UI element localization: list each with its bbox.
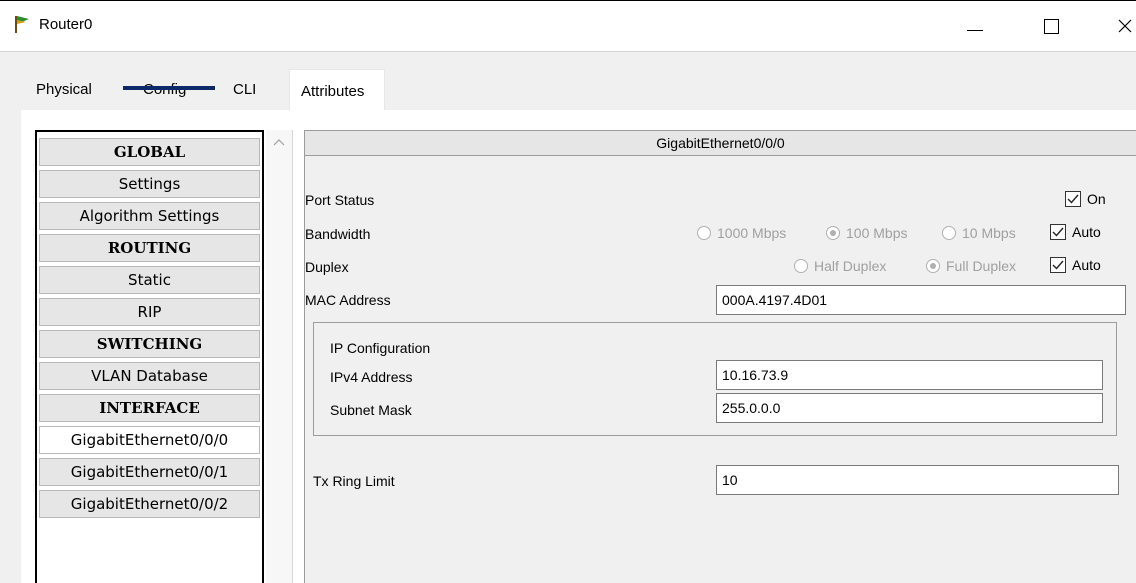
panel-title: GigabitEthernet0/0/0 bbox=[305, 131, 1136, 156]
sidebar-item-vlan-database[interactable]: VLAN Database bbox=[39, 362, 260, 390]
duplex-full-option[interactable]: Full Duplex bbox=[926, 258, 1016, 274]
sidebar-item-gigabitethernet0-0-2[interactable]: GigabitEthernet0/0/2 bbox=[39, 490, 260, 518]
duplex-half-radio[interactable] bbox=[794, 259, 808, 273]
tab-physical[interactable]: Physical bbox=[36, 69, 92, 109]
bandwidth-100-radio[interactable] bbox=[826, 226, 840, 240]
sidebar-header-routing[interactable]: ROUTING bbox=[39, 234, 260, 262]
minimize-button[interactable] bbox=[955, 9, 995, 43]
minimize-icon bbox=[967, 29, 983, 31]
sidebar-item-algorithm-settings[interactable]: Algorithm Settings bbox=[39, 202, 260, 230]
duplex-auto-toggle[interactable]: Auto bbox=[1050, 257, 1101, 273]
sidebar-item-gigabitethernet0-0-0[interactable]: GigabitEthernet0/0/0 bbox=[39, 426, 260, 454]
duplex-half-label: Half Duplex bbox=[814, 258, 887, 274]
sidebar-item-gigabitethernet0-0-1[interactable]: GigabitEthernet0/0/1 bbox=[39, 458, 260, 486]
maximize-button[interactable] bbox=[1031, 9, 1071, 43]
port-status-toggle[interactable]: On bbox=[1065, 191, 1106, 207]
port-status-label: Port Status bbox=[305, 192, 375, 208]
duplex-full-radio[interactable] bbox=[926, 259, 940, 273]
checkmark-icon bbox=[1052, 227, 1064, 237]
ip-configuration-label: IP Configuration bbox=[330, 340, 431, 356]
tx-ring-limit-field[interactable]: 10 bbox=[716, 465, 1119, 495]
duplex-auto-checkbox[interactable] bbox=[1050, 257, 1066, 273]
port-status-on-label: On bbox=[1087, 191, 1106, 207]
tab-physical-label: Physical bbox=[36, 80, 92, 98]
active-tab-underline bbox=[123, 86, 215, 90]
sidebar-header-interface[interactable]: INTERFACE bbox=[39, 394, 260, 422]
bandwidth-10-label: 10 Mbps bbox=[962, 225, 1016, 241]
tab-attributes[interactable]: Attributes bbox=[289, 69, 386, 112]
ipv4-address-field[interactable]: 10.16.73.9 bbox=[716, 360, 1103, 390]
maximize-icon bbox=[1043, 18, 1059, 34]
bandwidth-100-label: 100 Mbps bbox=[846, 225, 908, 241]
tab-attributes-label: Attributes bbox=[301, 82, 365, 100]
bandwidth-auto-checkbox[interactable] bbox=[1050, 224, 1066, 240]
close-button[interactable] bbox=[1105, 9, 1136, 43]
bandwidth-auto-label: Auto bbox=[1072, 224, 1101, 240]
bandwidth-auto-toggle[interactable]: Auto bbox=[1050, 224, 1101, 240]
config-sidebar: GLOBAL Settings Algorithm Settings ROUTI… bbox=[35, 130, 264, 583]
duplex-half-option[interactable]: Half Duplex bbox=[794, 258, 886, 274]
sidebar-scrollbar[interactable] bbox=[266, 130, 293, 583]
tab-cli[interactable]: CLI bbox=[233, 69, 256, 109]
scroll-up-arrow-icon[interactable] bbox=[273, 137, 285, 147]
bandwidth-1000-label: 1000 Mbps bbox=[717, 225, 787, 241]
checkmark-icon bbox=[1067, 194, 1079, 204]
title-bar: Router0 bbox=[0, 1, 1136, 52]
mac-address-label: MAC Address bbox=[305, 292, 391, 308]
sidebar-item-rip[interactable]: RIP bbox=[39, 298, 260, 326]
subnet-mask-label: Subnet Mask bbox=[330, 402, 412, 418]
tx-ring-limit-label: Tx Ring Limit bbox=[313, 473, 395, 489]
duplex-full-label: Full Duplex bbox=[946, 258, 1017, 274]
ipv4-address-label: IPv4 Address bbox=[330, 369, 413, 385]
subnet-mask-field[interactable]: 255.0.0.0 bbox=[716, 393, 1103, 423]
duplex-label: Duplex bbox=[305, 259, 349, 275]
sidebar-item-settings[interactable]: Settings bbox=[39, 170, 260, 198]
bandwidth-100-option[interactable]: 100 Mbps bbox=[826, 225, 907, 241]
bandwidth-10-option[interactable]: 10 Mbps bbox=[942, 225, 1016, 241]
bandwidth-1000-radio[interactable] bbox=[697, 226, 711, 240]
mac-address-field[interactable]: 000A.4197.4D01 bbox=[716, 285, 1126, 315]
duplex-auto-label: Auto bbox=[1072, 257, 1101, 273]
sidebar-header-switching[interactable]: SWITCHING bbox=[39, 330, 260, 358]
port-status-checkbox[interactable] bbox=[1065, 191, 1081, 207]
sidebar-header-global[interactable]: GLOBAL bbox=[39, 138, 260, 166]
bandwidth-10-radio[interactable] bbox=[942, 226, 956, 240]
checkmark-icon bbox=[1052, 260, 1064, 270]
window-title: Router0 bbox=[39, 16, 93, 33]
bandwidth-label: Bandwidth bbox=[305, 226, 371, 242]
sidebar-item-static[interactable]: Static bbox=[39, 266, 260, 294]
router-app-icon bbox=[12, 14, 32, 34]
close-icon bbox=[1118, 19, 1132, 33]
tab-cli-label: CLI bbox=[233, 80, 257, 98]
bandwidth-1000-option[interactable]: 1000 Mbps bbox=[697, 225, 786, 241]
